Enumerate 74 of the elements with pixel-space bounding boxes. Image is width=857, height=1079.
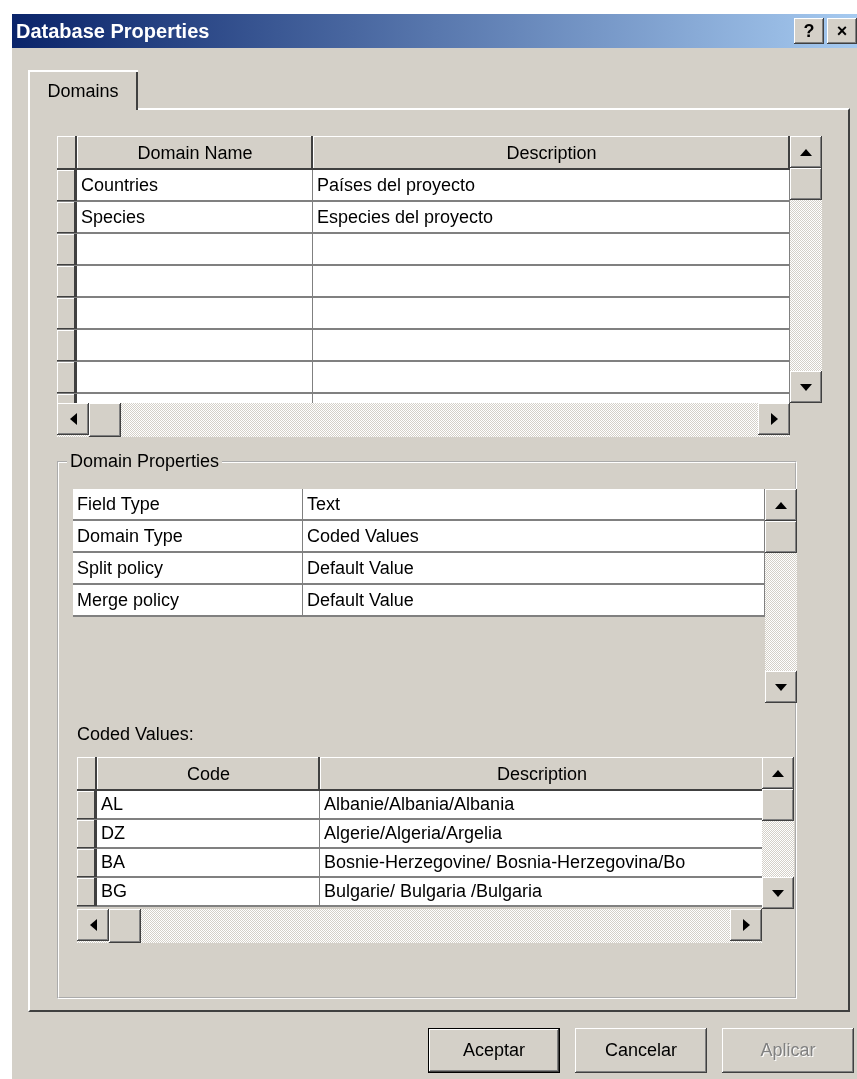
table-cell: Split policy [73,553,303,585]
section-label: Coded Values: [77,723,195,745]
table-cell: Species [77,202,313,234]
triangle-left-icon [88,919,98,931]
table-cell: Merge policy [73,585,303,617]
table-cell: DZ [97,820,320,849]
dialog-button[interactable]: Aceptar [428,1028,560,1073]
scroll-right-button[interactable] [758,403,790,435]
window-title: Database Properties [16,19,210,44]
scroll-down-button[interactable] [762,877,794,909]
scroll-up-button[interactable] [762,757,794,789]
scroll-up-button[interactable] [790,136,822,168]
table-cell: Albanie/Albania/Albania [320,791,762,820]
row-selector[interactable] [57,266,77,298]
horizontal-scrollbar[interactable] [77,909,762,943]
table-cell: Domain Type [73,521,303,553]
triangle-right-icon [769,413,779,425]
close-button[interactable]: × [827,18,857,44]
row-selector[interactable] [77,791,97,820]
vertical-scrollbar[interactable] [790,136,822,403]
triangle-down-icon [775,682,787,692]
dialog-button[interactable]: Cancelar [575,1028,707,1073]
row-selector[interactable] [77,849,97,878]
scroll-down-button[interactable] [765,671,797,703]
scrollbar-thumb[interactable] [89,403,121,437]
triangle-down-icon [772,888,784,898]
scrollbar-thumb[interactable] [790,168,822,200]
row-selector[interactable] [77,820,97,849]
table-cell: Especies del proyecto [313,202,790,234]
table-cell: Coded Values [303,521,765,553]
scrollbar-thumb[interactable] [765,521,797,553]
row-selector[interactable] [57,330,77,362]
table-cell: Text [303,489,765,521]
table-cell: Default Value [303,553,765,585]
row-selector[interactable] [77,878,97,907]
row-selector[interactable] [57,170,77,202]
scrollbar-thumb[interactable] [109,909,141,943]
column-header[interactable]: Description [320,757,762,791]
table-cell: BA [97,849,320,878]
row-selector[interactable] [57,298,77,330]
triangle-left-icon [68,413,78,425]
help-button[interactable]: ? [794,18,824,44]
vertical-scrollbar[interactable] [762,757,794,909]
triangle-down-icon [800,382,812,392]
row-selector[interactable] [57,362,77,394]
triangle-right-icon [741,919,751,931]
row-selector[interactable] [57,234,77,266]
table-cell: Bulgarie/ Bulgaria /Bulgaria [320,878,762,907]
header-cell [77,757,97,791]
scroll-up-button[interactable] [765,489,797,521]
triangle-up-icon [800,147,812,157]
table-cell: Countries [77,170,313,202]
scroll-right-button[interactable] [730,909,762,941]
table-cell: Países del proyecto [313,170,790,202]
column-header[interactable]: Description [313,136,790,170]
vertical-scrollbar[interactable] [765,489,797,703]
scroll-left-button[interactable] [57,403,89,435]
triangle-up-icon [775,500,787,510]
triangle-up-icon [772,768,784,778]
column-header[interactable]: Code [97,757,320,791]
scroll-left-button[interactable] [77,909,109,941]
table-cell: AL [97,791,320,820]
table-cell: Algerie/Algeria/Argelia [320,820,762,849]
table-cell: Default Value [303,585,765,617]
tab[interactable]: Domains [28,70,138,110]
horizontal-scrollbar[interactable] [57,403,790,437]
header-cell [57,136,77,170]
row-selector[interactable] [57,202,77,234]
column-header[interactable]: Domain Name [77,136,313,170]
table-cell: Bosnie-Herzegovine/ Bosnia-Herzegovina/Bo [320,849,762,878]
table-cell: BG [97,878,320,907]
table-cell: Field Type [73,489,303,521]
scrollbar-thumb[interactable] [762,789,794,821]
scroll-down-button[interactable] [790,371,822,403]
